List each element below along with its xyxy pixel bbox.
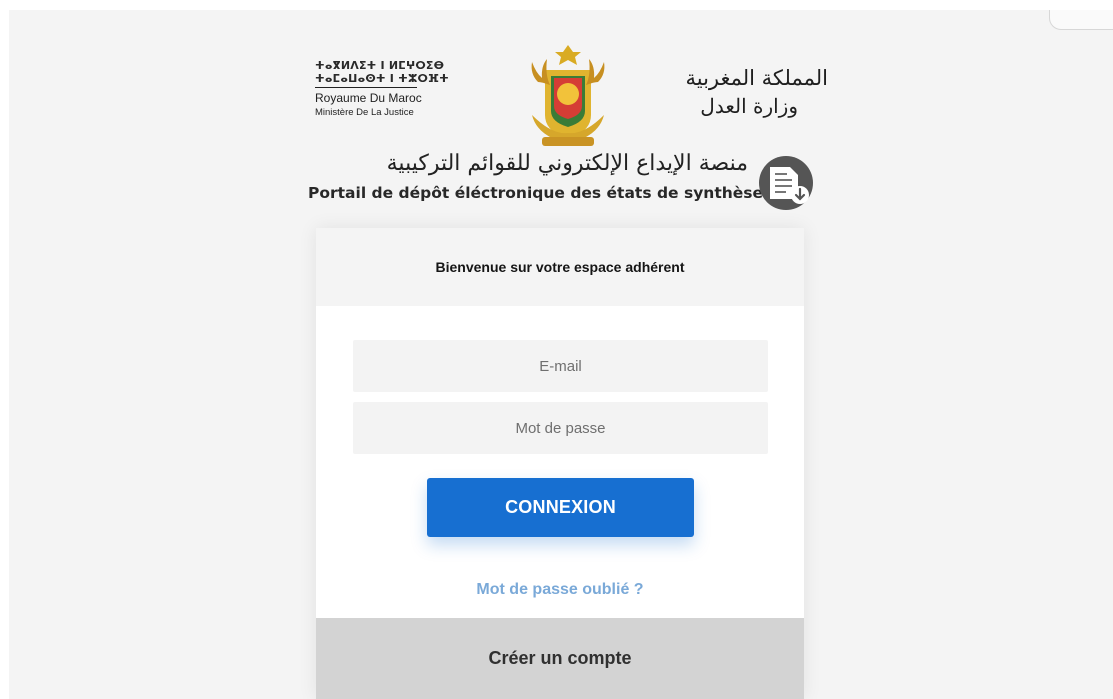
- kingdom-arabic-label: المملكة المغربية: [685, 66, 828, 90]
- site-header: ⵜⴰⴳⵍⴷⵉⵜ ⵏ ⵍⵎⵖⵔⵉⴱ ⵜⴰⵎⴰⵡⴰⵙⵜ ⵏ ⵜⵣⵔⴼⵜ Royaum…: [308, 43, 828, 213]
- kingdom-french-label: Royaume Du Maroc: [315, 91, 422, 105]
- top-right-tab-edge: [1049, 10, 1113, 30]
- tifinagh-kingdom-line: ⵜⴰⴳⵍⴷⵉⵜ ⵏ ⵍⵎⵖⵔⵉⴱ: [315, 59, 445, 72]
- tifinagh-ministry-line: ⵜⴰⵎⴰⵡⴰⵙⵜ ⵏ ⵜⵣⵔⴼⵜ: [315, 72, 449, 85]
- email-input[interactable]: [353, 340, 768, 392]
- create-account-button[interactable]: Créer un compte: [316, 618, 804, 699]
- welcome-title: Bienvenue sur votre espace adhérent: [435, 259, 685, 275]
- portal-arabic-title: منصة الإيداع الإلكتروني للقوائم التركيبي…: [386, 151, 748, 176]
- ministry-french-label: Ministère De La Justice: [315, 107, 414, 118]
- french-identity-block: ⵜⴰⴳⵍⴷⵉⵜ ⵏ ⵍⵎⵖⵔⵉⴱ ⵜⴰⵎⴰⵡⴰⵙⵜ ⵏ ⵜⵣⵔⴼⵜ Royaum…: [315, 59, 449, 119]
- password-input[interactable]: [353, 402, 768, 454]
- arabic-identity-block: المملكة المغربية وزارة العدل: [638, 64, 828, 120]
- login-card: Bienvenue sur votre espace adhérent CONN…: [316, 228, 804, 699]
- login-card-header: Bienvenue sur votre espace adhérent: [316, 228, 804, 306]
- moroccan-coat-of-arms-icon: [531, 45, 605, 146]
- login-button[interactable]: CONNEXION: [427, 478, 694, 537]
- portal-french-title: Portail de dépôt éléctronique des états …: [308, 184, 764, 202]
- identity-divider: [315, 87, 417, 88]
- document-download-icon: [759, 156, 813, 210]
- forgot-password-link[interactable]: Mot de passe oublié ?: [316, 581, 804, 599]
- ministry-arabic-label: وزارة العدل: [700, 94, 798, 118]
